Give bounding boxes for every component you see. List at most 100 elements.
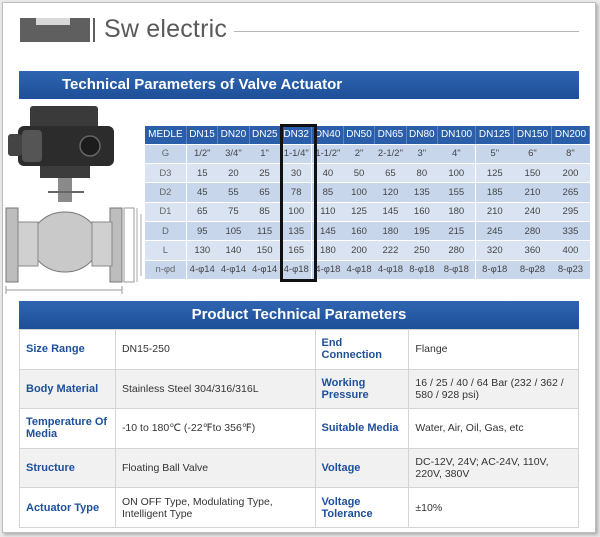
spec-label: Structure: [19, 447, 116, 489]
dimension-cell: 145: [311, 221, 344, 242]
table-row: Body Material Stainless Steel 304/316/316…: [19, 368, 579, 410]
spec-label: Actuator Type: [19, 487, 116, 528]
dimension-cell: 180: [311, 240, 344, 261]
table-row: D 95 105 115 135 145 160 180 195 215 245 280 335: [145, 221, 590, 242]
dimension-header-cell: DN150: [513, 126, 552, 145]
spec-value: Floating Ball Valve: [114, 447, 316, 489]
table-row: D2 45 55 65 78 85 100 120 135 155 185 210 265: [145, 182, 590, 203]
spec-label: Suitable Media: [314, 408, 410, 449]
dimension-cell: 180: [374, 221, 407, 242]
table-row: Actuator Type ON OFF Type, Modulating Typ…: [19, 487, 579, 528]
spec-value: DC-12V, 24V; AC-24V, 110V, 220V, 380V: [408, 447, 579, 489]
dimension-cell: 65: [249, 182, 282, 203]
dimension-cell: 15: [186, 163, 218, 184]
table-row: D1 65 75 85 100 110 125 145 160 180 210 240 295: [145, 202, 590, 223]
dimension-cell: 3/4": [217, 144, 250, 165]
header-separator: [93, 18, 95, 42]
dimension-cell: 5": [475, 144, 514, 165]
dimension-header-cell: DN80: [406, 126, 439, 145]
dimension-cell: 8-φ18: [406, 260, 438, 281]
dimension-header-cell: DN200: [551, 126, 591, 145]
dimension-row-label: D3: [145, 163, 187, 184]
dimension-cell: 55: [217, 182, 250, 203]
dimension-cell: 335: [551, 221, 590, 242]
dimension-cell: 195: [406, 221, 438, 242]
product-specs-table: Size Range DN15-250 End Connection Flange Bo…: [19, 329, 579, 528]
actuator-params-title: Technical Parameters of Valve Actuator: [62, 76, 343, 93]
dimension-cell: 100: [280, 202, 313, 223]
dimension-cell: 25: [249, 163, 282, 184]
dimension-cell: 4-φ18: [280, 260, 313, 281]
dimension-cell: 95: [186, 221, 218, 242]
dimension-cell: 4-φ18: [374, 260, 407, 281]
dimension-cell: 400: [551, 240, 590, 261]
dimension-header-cell: DN15: [186, 126, 219, 145]
dimension-row-label: G: [145, 144, 187, 165]
dimension-cell: 4-φ14: [217, 260, 250, 281]
dimension-cell: 130: [186, 240, 218, 261]
spec-value: ±10%: [408, 487, 579, 528]
dimension-cell: 85: [249, 202, 282, 223]
header-rule: [234, 31, 579, 32]
dimension-cell: 160: [406, 202, 438, 223]
spec-label: Voltage: [314, 447, 410, 489]
dimension-cell: 65: [374, 163, 407, 184]
dimension-cell: 105: [217, 221, 250, 242]
dimension-cell: 8-φ23: [551, 260, 590, 281]
dimension-cell: 50: [343, 163, 375, 184]
dimension-cell: 4-φ14: [186, 260, 218, 281]
dimension-cell: 200: [343, 240, 375, 261]
dimension-cell: 265: [551, 182, 590, 203]
dimension-cell: 150: [513, 163, 552, 184]
dimension-cell: 80: [406, 163, 438, 184]
spec-value: 16 / 25 / 40 / 64 Bar (232 / 362 / 580 /…: [408, 368, 579, 410]
dimension-cell: 100: [343, 182, 375, 203]
dimension-cell: 165: [280, 240, 313, 261]
dimension-cell: 2-1/2": [374, 144, 407, 165]
dimension-cell: 8-φ28: [513, 260, 552, 281]
dimension-cell: 1/2": [186, 144, 218, 165]
spec-label: End Connection: [314, 329, 410, 370]
dimension-cell: 4-φ18: [343, 260, 375, 281]
dimension-cell: 360: [513, 240, 552, 261]
table-row: Temperature Of Media -10 to 180℃ (-22℉to …: [19, 408, 579, 449]
dimension-cell: 215: [437, 221, 477, 242]
product-params-banner: Product Technical Parameters: [19, 301, 579, 329]
dimension-cell: 210: [475, 202, 514, 223]
dimension-cell: 295: [551, 202, 590, 223]
dimension-header-cell: DN65: [374, 126, 407, 145]
spec-label: Body Material: [19, 368, 116, 410]
actuator-params-banner: Technical Parameters of Valve Actuator: [19, 71, 579, 99]
table-row: L 130 140 150 165 180 200 222 250 280 320 360 400: [145, 240, 590, 261]
dimension-cell: 250: [406, 240, 438, 261]
product-params-title: Product Technical Parameters: [191, 306, 407, 323]
spec-value: DN15-250: [114, 329, 316, 370]
dimension-cell: 135: [280, 221, 313, 242]
dimension-cell: 2": [343, 144, 375, 165]
dimension-row-label: L: [145, 240, 187, 261]
dimension-cell: 120: [374, 182, 407, 203]
dimension-cell: 8-φ18: [475, 260, 514, 281]
dimension-header-cell: DN125: [475, 126, 514, 145]
dimension-cell: 160: [343, 221, 375, 242]
dimension-cell: 125: [343, 202, 375, 223]
spec-value: Water, Air, Oil, Gas, etc: [408, 408, 579, 449]
dimension-cell: 150: [249, 240, 282, 261]
dimension-cell: 185: [475, 182, 514, 203]
dimension-cell: 8-φ18: [437, 260, 477, 281]
dimension-cell: 8": [551, 144, 590, 165]
table-row: Size Range DN15-250 End Connection Flange: [19, 329, 579, 370]
dimension-cell: 40: [311, 163, 344, 184]
table-row: Structure Floating Ball Valve Voltage DC-12…: [19, 447, 579, 489]
dimension-cell: 245: [475, 221, 514, 242]
valve-illustration: [0, 100, 146, 300]
dimension-cell: 140: [217, 240, 250, 261]
dimension-cell: 280: [437, 240, 477, 261]
dimension-cell: 6": [513, 144, 552, 165]
dimension-cell: 180: [437, 202, 477, 223]
dimension-cell: 280: [513, 221, 552, 242]
dimension-cell: 1-1/4": [280, 144, 313, 165]
dimension-cell: 20: [217, 163, 250, 184]
dimension-cell: 1": [249, 144, 282, 165]
spec-value: Stainless Steel 304/316/316L: [114, 368, 316, 410]
